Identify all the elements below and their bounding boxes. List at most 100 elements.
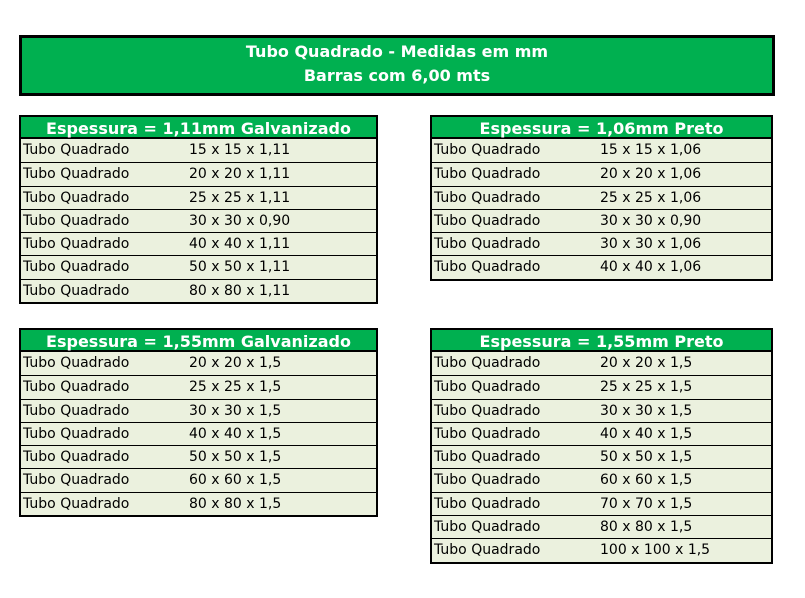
table-body: Tubo Quadrado 15 x 15 x 1,11 Tubo Quadrado… [19, 139, 378, 305]
dimension-cell: 20 x 20 x 1,11 [189, 166, 291, 183]
dimension-cell: 50 x 50 x 1,5 [600, 449, 693, 466]
product-name-cell: Tubo Quadrado [23, 142, 130, 158]
table-row: Tubo Quadrado 70 x 70 x 1,5 [432, 491, 771, 515]
dimension-cell: 80 x 80 x 1,5 [189, 495, 282, 512]
product-name-cell: Tubo Quadrado [434, 355, 541, 371]
table-body: Tubo Quadrado 20 x 20 x 1,5 Tubo Quadrado 2… [430, 352, 773, 564]
table-row: Tubo Quadrado 60 x 60 x 1,5 [21, 468, 376, 491]
table-preto-155: Espessura = 1,55mm Preto Tubo Quadrado 20… [430, 328, 773, 564]
dimension-cell: 20 x 20 x 1,06 [600, 166, 702, 183]
product-name-cell: Tubo Quadrado [23, 425, 130, 442]
dimension-cell: 25 x 25 x 1,5 [600, 379, 693, 396]
table-header: Espessura = 1,06mm Preto [430, 115, 773, 139]
table-row: Tubo Quadrado 25 x 25 x 1,5 [21, 375, 376, 398]
dimension-cell: 40 x 40 x 1,5 [189, 425, 282, 442]
dimension-cell: 25 x 25 x 1,5 [189, 379, 282, 396]
table-row: Tubo Quadrado 30 x 30 x 1,5 [432, 398, 771, 422]
product-name-cell: Tubo Quadrado [23, 212, 130, 229]
product-name-cell: Tubo Quadrado [23, 236, 130, 253]
table-row: Tubo Quadrado 30 x 30 x 1,06 [432, 232, 771, 255]
table-row: Tubo Quadrado 20 x 20 x 1,11 [21, 162, 376, 185]
dimension-cell: 60 x 60 x 1,5 [600, 472, 693, 489]
dimension-cell: 25 x 25 x 1,06 [600, 189, 702, 206]
product-name-cell: Tubo Quadrado [23, 495, 130, 512]
table-row: Tubo Quadrado 40 x 40 x 1,5 [21, 421, 376, 445]
table-row: Tubo Quadrado 60 x 60 x 1,5 [432, 468, 771, 491]
table-galvanizado-111: Espessura = 1,11mm Galvanizado Tubo Quad… [19, 115, 378, 305]
product-name-cell: Tubo Quadrado [434, 449, 541, 466]
product-name-cell: Tubo Quadrado [434, 379, 541, 396]
table-row: Tubo Quadrado 20 x 20 x 1,06 [432, 162, 771, 185]
table-body: Tubo Quadrado 20 x 20 x 1,5 Tubo Quadrado 2… [19, 352, 378, 518]
product-name-cell: Tubo Quadrado [434, 212, 541, 229]
table-row: Tubo Quadrado 80 x 80 x 1,11 [21, 278, 376, 302]
dimension-cell: 70 x 70 x 1,5 [600, 495, 693, 512]
table-galvanizado-155: Espessura = 1,55mm Galvanizado Tubo Quad… [19, 328, 378, 518]
product-name-cell: Tubo Quadrado [434, 472, 541, 489]
product-name-cell: Tubo Quadrado [434, 495, 541, 512]
dimension-cell: 80 x 80 x 1,11 [189, 282, 291, 299]
table-header: Espessura = 1,55mm Preto [430, 328, 773, 352]
dimension-cell: 50 x 50 x 1,5 [189, 449, 282, 466]
product-name-cell: Tubo Quadrado [434, 402, 541, 419]
product-name-cell: Tubo Quadrado [23, 355, 130, 371]
table-row: Tubo Quadrado 40 x 40 x 1,5 [432, 421, 771, 445]
product-name-cell: Tubo Quadrado [434, 142, 541, 158]
product-name-cell: Tubo Quadrado [434, 236, 541, 253]
table-row: Tubo Quadrado 30 x 30 x 0,90 [21, 208, 376, 232]
dimension-cell: 30 x 30 x 1,5 [189, 402, 282, 419]
product-name-cell: Tubo Quadrado [23, 189, 130, 206]
dimension-cell: 15 x 15 x 1,06 [600, 142, 702, 158]
table-header: Espessura = 1,55mm Galvanizado [19, 328, 378, 352]
product-name-cell: Tubo Quadrado [434, 519, 541, 536]
title-banner: Tubo Quadrado - Medidas em mm Barras com… [19, 35, 775, 96]
table-row: Tubo Quadrado 30 x 30 x 1,5 [21, 398, 376, 422]
page-title: Tubo Quadrado - Medidas em mm [245, 42, 549, 61]
dimension-cell: 30 x 30 x 1,06 [600, 236, 702, 253]
table-row: Tubo Quadrado 80 x 80 x 1,5 [21, 491, 376, 515]
dimension-cell: 100 x 100 x 1,5 [600, 542, 711, 559]
product-name-cell: Tubo Quadrado [434, 166, 541, 183]
dimension-cell: 40 x 40 x 1,06 [600, 259, 702, 276]
table-row: Tubo Quadrado 100 x 100 x 1,5 [432, 538, 771, 561]
table-row: Tubo Quadrado 40 x 40 x 1,06 [432, 255, 771, 278]
product-name-cell: Tubo Quadrado [434, 259, 541, 276]
dimension-cell: 80 x 80 x 1,5 [600, 519, 693, 536]
product-name-cell: Tubo Quadrado [434, 542, 541, 559]
dimension-cell: 40 x 40 x 1,5 [600, 425, 693, 442]
table-row: Tubo Quadrado 50 x 50 x 1,11 [21, 255, 376, 278]
table-row: Tubo Quadrado 50 x 50 x 1,5 [21, 445, 376, 468]
product-name-cell: Tubo Quadrado [23, 449, 130, 466]
dimension-cell: 15 x 15 x 1,11 [189, 142, 291, 158]
table-row: Tubo Quadrado 50 x 50 x 1,5 [432, 445, 771, 468]
product-name-cell: Tubo Quadrado [23, 166, 130, 183]
product-name-cell: Tubo Quadrado [23, 282, 130, 299]
table-row: Tubo Quadrado 80 x 80 x 1,5 [432, 515, 771, 538]
dimension-cell: 30 x 30 x 1,5 [600, 402, 693, 419]
dimension-cell: 20 x 20 x 1,5 [600, 355, 693, 371]
table-row: Tubo Quadrado 15 x 15 x 1,06 [432, 139, 771, 162]
product-name-cell: Tubo Quadrado [23, 472, 130, 489]
dimension-cell: 30 x 30 x 0,90 [600, 212, 702, 229]
table-row: Tubo Quadrado 15 x 15 x 1,11 [21, 139, 376, 162]
product-name-cell: Tubo Quadrado [434, 189, 541, 206]
page-subtitle: Barras com 6,00 mts [303, 66, 491, 85]
table-preto-106: Espessura = 1,06mm Preto Tubo Quadrado 15… [430, 115, 773, 281]
product-name-cell: Tubo Quadrado [23, 402, 130, 419]
dimension-cell: 20 x 20 x 1,5 [189, 355, 282, 371]
product-name-cell: Tubo Quadrado [23, 379, 130, 396]
dimension-cell: 30 x 30 x 0,90 [189, 212, 291, 229]
table-row: Tubo Quadrado 25 x 25 x 1,06 [432, 185, 771, 209]
table-row: Tubo Quadrado 40 x 40 x 1,11 [21, 232, 376, 255]
table-header: Espessura = 1,11mm Galvanizado [19, 115, 378, 139]
table-row: Tubo Quadrado 20 x 20 x 1,5 [21, 352, 376, 375]
table-body: Tubo Quadrado 15 x 15 x 1,06 Tubo Quadrado… [430, 139, 773, 281]
dimension-cell: 50 x 50 x 1,11 [189, 259, 291, 276]
dimension-cell: 25 x 25 x 1,11 [189, 189, 291, 206]
table-row: Tubo Quadrado 30 x 30 x 0,90 [432, 208, 771, 232]
table-row: Tubo Quadrado 25 x 25 x 1,11 [21, 185, 376, 209]
table-row: Tubo Quadrado 25 x 25 x 1,5 [432, 375, 771, 398]
dimension-cell: 60 x 60 x 1,5 [189, 472, 282, 489]
dimension-cell: 40 x 40 x 1,11 [189, 236, 291, 253]
product-name-cell: Tubo Quadrado [434, 425, 541, 442]
